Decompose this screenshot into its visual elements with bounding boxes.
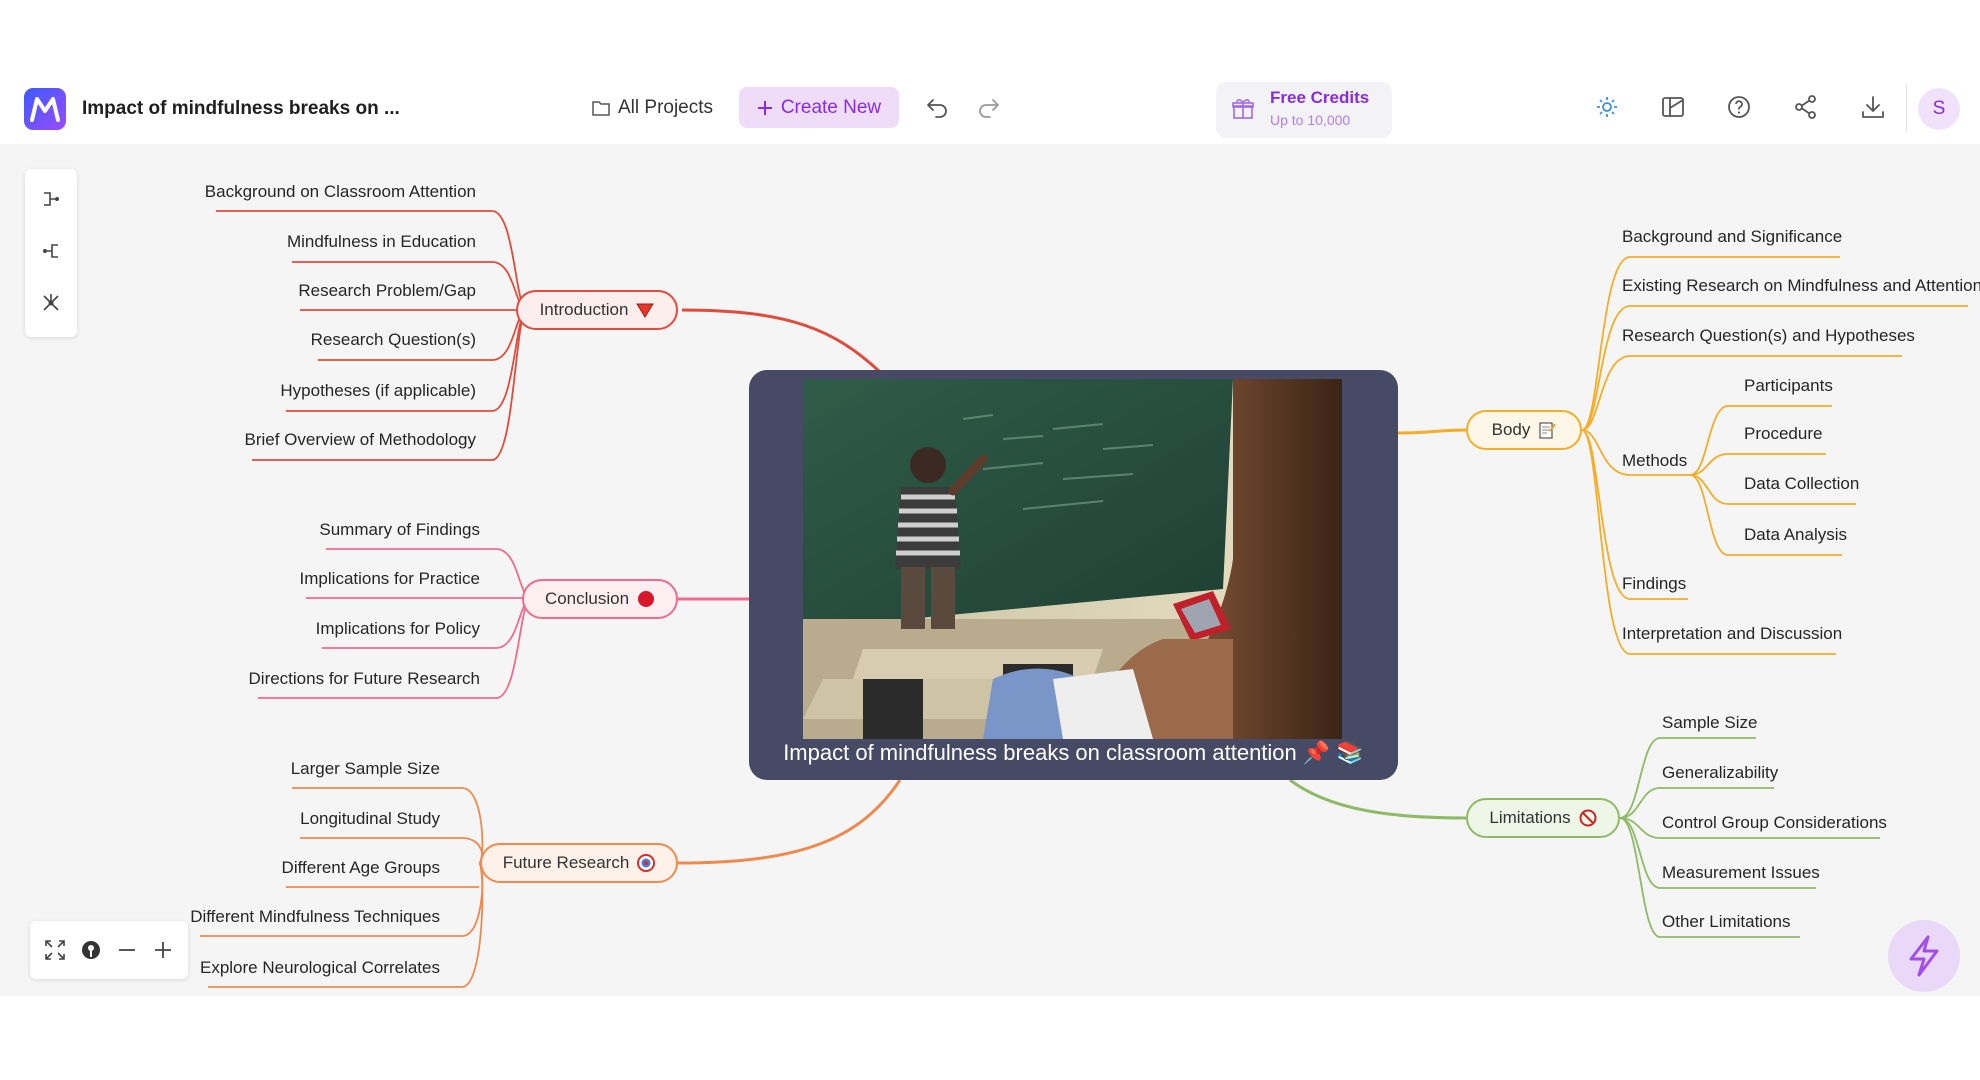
classroom-photo (803, 379, 1342, 739)
introduction-leaf-1[interactable]: Background on Classroom Attention (205, 182, 476, 201)
conclusion-leaf-2[interactable]: Implications for Practice (300, 569, 480, 588)
introduction-label: Introduction (539, 300, 629, 319)
connector-body (1397, 428, 1467, 435)
limitations-leaf-texts: Sample Size Generalizability Control Gro… (1662, 713, 1887, 931)
future-research-leaf-4[interactable]: Different Mindfulness Techniques (190, 907, 440, 926)
node-introduction[interactable]: Introduction (516, 290, 678, 330)
limitations-leaf-2[interactable]: Generalizability (1662, 763, 1779, 782)
central-emoji: 📌 📚 (1302, 740, 1364, 765)
no-entry-icon (1579, 809, 1597, 827)
introduction-leaf-6[interactable]: Brief Overview of Methodology (245, 430, 477, 449)
limitations-leaf-5[interactable]: Other Limitations (1662, 912, 1791, 931)
conclusion-label: Conclusion (544, 589, 630, 608)
central-title: Impact of mindfulness breaks on classroo… (749, 740, 1398, 766)
future-research-leaf-texts: Larger Sample Size Longitudinal Study Di… (190, 759, 440, 977)
future-research-leaf-2[interactable]: Longitudinal Study (300, 809, 440, 828)
body-leaf-texts: Background and Significance Existing Res… (1622, 227, 1980, 643)
body-leaf-2[interactable]: Existing Research on Mindfulness and Att… (1622, 276, 1980, 295)
body-leaf-6[interactable]: Interpretation and Discussion (1622, 624, 1842, 643)
node-conclusion[interactable]: Conclusion (522, 579, 678, 619)
conclusion-leaf-3[interactable]: Implications for Policy (316, 619, 481, 638)
introduction-leaf-4[interactable]: Research Question(s) (311, 330, 476, 349)
body-leaf-methods[interactable]: Methods (1622, 451, 1687, 470)
zoom-toolbar (30, 921, 188, 979)
layout-left-icon[interactable] (39, 239, 63, 263)
body-leaf-3[interactable]: Research Question(s) and Hypotheses (1622, 326, 1915, 345)
layout-radial-icon[interactable] (39, 291, 63, 315)
future-research-leaf-1[interactable]: Larger Sample Size (291, 759, 440, 778)
introduction-leaf-texts: Background on Classroom Attention Mindfu… (205, 182, 477, 449)
limitations-label: Limitations (1489, 808, 1571, 827)
red-circle-icon (638, 591, 655, 607)
methods-leaf-1[interactable]: Participants (1744, 376, 1833, 395)
conclusion-leaf-texts: Summary of Findings Implications for Pra… (249, 520, 481, 688)
connector-limitations (1289, 778, 1467, 820)
memo-icon (1539, 422, 1557, 439)
central-node[interactable]: Impact of mindfulness breaks on classroo… (749, 370, 1398, 780)
body-leaf-1[interactable]: Background and Significance (1622, 227, 1842, 246)
target-icon (637, 854, 656, 872)
introduction-leaf-3[interactable]: Research Problem/Gap (298, 281, 476, 300)
node-future-research[interactable]: Future Research (480, 843, 678, 883)
future-research-label: Future Research (502, 853, 630, 872)
introduction-leaf-5[interactable]: Hypotheses (if applicable) (280, 381, 476, 400)
future-research-leaf-5[interactable]: Explore Neurological Correlates (200, 958, 440, 977)
central-title-text: Impact of mindfulness breaks on classroo… (783, 740, 1297, 765)
methods-leaf-3[interactable]: Data Collection (1744, 474, 1859, 493)
connector-future-research (677, 779, 902, 865)
layout-right-icon[interactable] (39, 187, 63, 211)
introduction-leaf-2[interactable]: Mindfulness in Education (287, 232, 476, 251)
limitations-leaf-1[interactable]: Sample Size (1662, 713, 1757, 732)
methods-leaf-4[interactable]: Data Analysis (1744, 525, 1847, 544)
ai-assistant-button[interactable] (1888, 920, 1960, 992)
lightning-icon (1909, 935, 1939, 977)
classroom-illustration (803, 379, 1342, 739)
methods-leaf-2[interactable]: Procedure (1744, 424, 1822, 443)
zoom-out-icon[interactable] (115, 938, 139, 962)
body-label: Body (1491, 420, 1531, 439)
connector-introduction (681, 308, 882, 374)
future-research-leaf-3[interactable]: Different Age Groups (282, 858, 440, 877)
conclusion-leaf-4[interactable]: Directions for Future Research (249, 669, 480, 688)
node-limitations[interactable]: Limitations (1466, 798, 1620, 838)
limitations-leaf-4[interactable]: Measurement Issues (1662, 863, 1820, 882)
layout-toolbar (25, 169, 77, 337)
red-triangle-down-icon (636, 303, 655, 318)
zoom-in-icon[interactable] (151, 938, 175, 962)
limitations-leaf-3[interactable]: Control Group Considerations (1662, 813, 1887, 832)
conclusion-leaf-1[interactable]: Summary of Findings (319, 520, 480, 539)
fit-screen-icon[interactable] (43, 938, 67, 962)
node-body[interactable]: Body (1466, 410, 1582, 450)
locate-icon[interactable] (79, 938, 103, 962)
body-leaf-5[interactable]: Findings (1622, 574, 1686, 593)
